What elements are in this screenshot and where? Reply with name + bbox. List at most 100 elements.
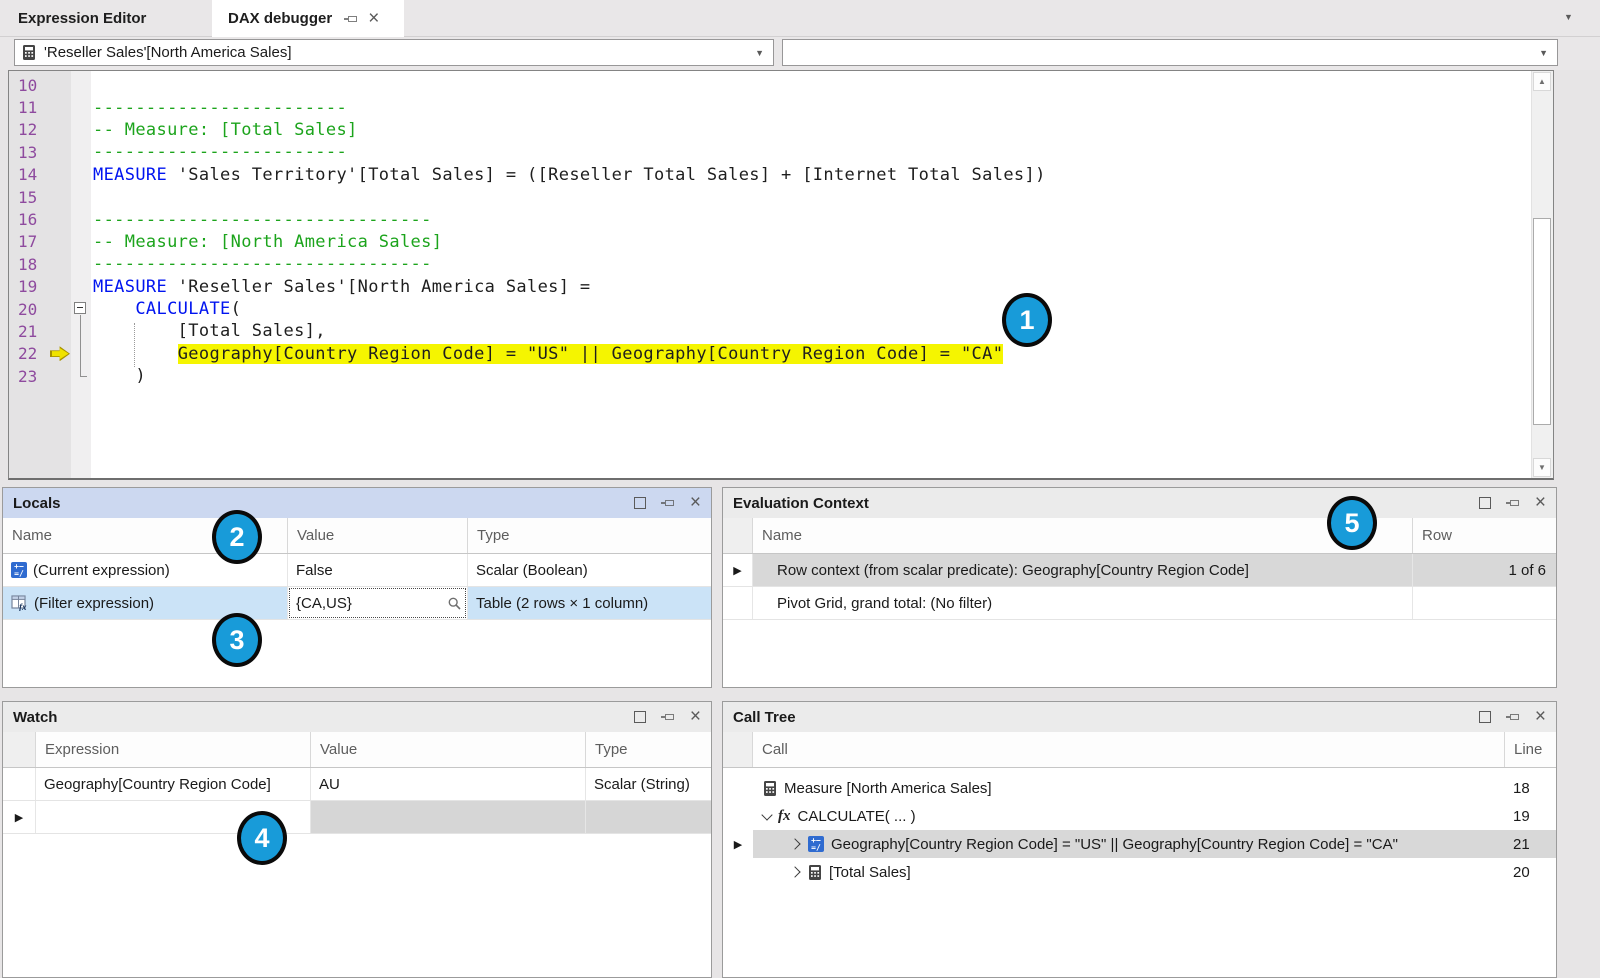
chevron-down-icon[interactable]: ▼ [1539, 48, 1557, 58]
column-header-value[interactable]: Value [288, 518, 468, 553]
tree-row[interactable]: ▶+−=∕Geography[Country Region Code] = "U… [723, 830, 1556, 858]
row-indicator [3, 768, 36, 800]
dax-debugger-window: { "tabs": { "items": [ {"label": "Expres… [0, 0, 1600, 978]
code-line[interactable]: 19MEASURE 'Reseller Sales'[North America… [9, 276, 1531, 298]
fold-cell[interactable] [71, 298, 91, 320]
code-line[interactable]: 20 CALCULATE( [9, 298, 1531, 320]
line-number: 23 [9, 367, 49, 386]
fold-cell [71, 343, 91, 365]
float-window-icon[interactable] [634, 711, 646, 723]
pin-icon[interactable] [1506, 710, 1520, 724]
callout-badge: 3 [212, 613, 262, 667]
pin-icon[interactable] [661, 710, 675, 724]
column-header-expression[interactable]: Expression [36, 732, 311, 767]
scroll-down-icon[interactable]: ▼ [1533, 458, 1551, 477]
code-editor[interactable]: 1011------------------------12-- Measure… [8, 70, 1554, 480]
float-window-icon[interactable] [1479, 711, 1491, 723]
code-line[interactable]: 23 ) [9, 365, 1531, 387]
breakpoint-margin [49, 96, 71, 118]
calculator-icon [808, 864, 822, 881]
tab-dax-debugger[interactable]: DAX debugger × [212, 0, 404, 37]
code-lines: 1011------------------------12-- Measure… [9, 74, 1531, 387]
pin-icon[interactable] [1506, 496, 1520, 510]
pin-icon[interactable] [344, 12, 358, 26]
close-icon[interactable]: × [1535, 496, 1546, 510]
close-icon[interactable]: × [690, 496, 701, 510]
code-line[interactable]: 11------------------------ [9, 96, 1531, 118]
scrollbar-thumb[interactable] [1533, 218, 1551, 426]
panel-title: Evaluation Context [733, 495, 869, 512]
column-header-row[interactable]: Row [1413, 518, 1556, 553]
tab-expression-editor[interactable]: Expression Editor [0, 0, 212, 36]
line-number: 18 [9, 255, 49, 274]
value-editor[interactable]: {CA,US} [288, 587, 467, 619]
float-window-icon[interactable] [1479, 497, 1491, 509]
fold-cell [71, 276, 91, 298]
chevron-right-icon[interactable] [789, 866, 800, 877]
evaluation-context-rows: ▶Row context (from scalar predicate): Ge… [723, 554, 1556, 620]
table-row[interactable]: Pivot Grid, grand total: (No filter) [723, 587, 1556, 620]
call-cell: [Total Sales] [753, 858, 1505, 886]
float-window-icon[interactable] [634, 497, 646, 509]
close-icon[interactable]: × [690, 710, 701, 724]
fold-cell [71, 231, 91, 253]
pin-icon[interactable] [661, 496, 675, 510]
scroll-up-icon[interactable]: ▲ [1533, 72, 1551, 91]
editor-vertical-scrollbar[interactable]: ▲ ▼ [1531, 71, 1553, 478]
fold-cell [71, 119, 91, 141]
tree-row[interactable]: [Total Sales]20 [723, 858, 1556, 886]
close-icon[interactable]: × [368, 12, 379, 26]
table-row[interactable]: ▶ [3, 801, 711, 834]
column-header-type[interactable]: Type [468, 518, 711, 553]
breakpoint-margin [49, 276, 71, 298]
chevron-down-icon[interactable] [761, 809, 772, 820]
code-line[interactable]: 13------------------------ [9, 141, 1531, 163]
call-tree-titlebar: Call Tree × [723, 702, 1556, 732]
table-row[interactable]: +−=∕(Current expression)FalseScalar (Boo… [3, 554, 711, 587]
fold-line [80, 320, 81, 342]
breakpoint-margin [49, 298, 71, 320]
row-indicator: ▶ [723, 554, 753, 586]
breakpoint-margin [49, 119, 71, 141]
callout-badge: 5 [1327, 496, 1377, 550]
code-line[interactable]: 12-- Measure: [Total Sales] [9, 119, 1531, 141]
code-line[interactable]: 18-------------------------------- [9, 253, 1531, 275]
code-line[interactable]: 15 [9, 186, 1531, 208]
fold-cell [71, 186, 91, 208]
table-row[interactable]: fx(Filter expression){CA,US}Table (2 row… [3, 587, 711, 620]
chevron-down-icon[interactable]: ▼ [755, 48, 773, 58]
fold-cell [71, 96, 91, 118]
column-header-line[interactable]: Line [1505, 732, 1556, 767]
line-cell: 21 [1505, 830, 1556, 858]
panel-title: Call Tree [733, 709, 796, 726]
breakpoint-margin [49, 74, 71, 96]
code-line[interactable]: 14MEASURE 'Sales Territory'[Total Sales]… [9, 164, 1531, 186]
code-text: ) [91, 366, 146, 386]
column-header-type[interactable]: Type [586, 732, 711, 767]
column-header-call[interactable]: Call [753, 732, 1505, 767]
tree-row[interactable]: Measure [North America Sales]18 [723, 774, 1556, 802]
table-row[interactable]: Geography[Country Region Code]AUScalar (… [3, 768, 711, 801]
evaluation-context-titlebar: Evaluation Context × [723, 488, 1556, 518]
code-line[interactable]: 22 Geography[Country Region Code] = "US"… [9, 343, 1531, 365]
line-number: 20 [9, 300, 49, 319]
magnifier-icon[interactable] [448, 597, 461, 610]
table-row[interactable]: ▶Row context (from scalar predicate): Ge… [723, 554, 1556, 587]
chevron-right-icon[interactable] [789, 838, 800, 849]
code-line[interactable]: 16-------------------------------- [9, 208, 1531, 230]
fold-cell [71, 164, 91, 186]
fold-cell [71, 253, 91, 275]
code-line[interactable]: 10 [9, 74, 1531, 96]
secondary-selector[interactable]: ▼ [782, 39, 1558, 66]
column-header-name[interactable]: Name [753, 518, 1413, 553]
value-cell: False [288, 554, 468, 586]
code-line[interactable]: 17-- Measure: [North America Sales] [9, 231, 1531, 253]
code-line[interactable]: 21 [Total Sales], [9, 320, 1531, 342]
locals-rows: +−=∕(Current expression)FalseScalar (Boo… [3, 554, 711, 620]
close-icon[interactable]: × [1535, 710, 1546, 724]
tab-list-caret-icon[interactable]: ▼ [1564, 12, 1573, 22]
fold-collapse-icon[interactable] [74, 302, 86, 314]
column-header-value[interactable]: Value [311, 732, 586, 767]
expression-selector[interactable]: 'Reseller Sales'[North America Sales] ▼ [14, 39, 774, 66]
tree-row[interactable]: fxCALCULATE( ... )19 [723, 802, 1556, 830]
